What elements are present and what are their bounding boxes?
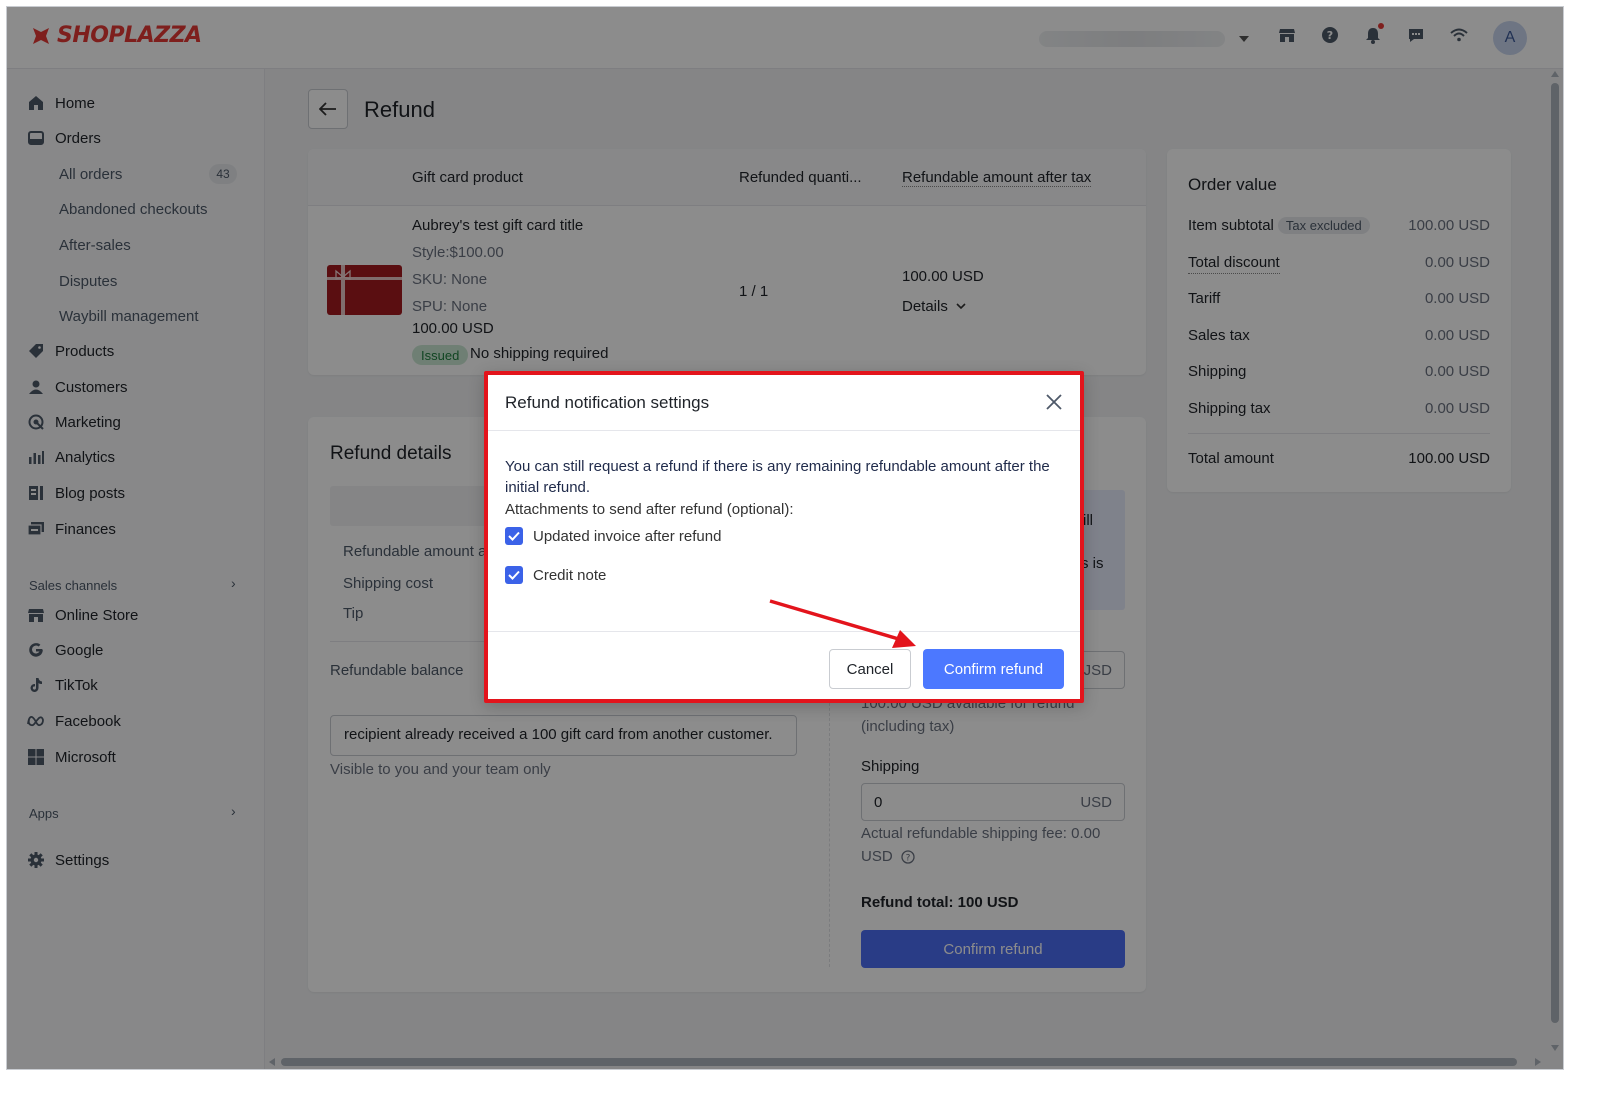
option-label: Updated invoice after refund	[533, 527, 722, 545]
scroll-down-arrow-icon[interactable]	[1551, 1045, 1559, 1051]
scroll-up-arrow-icon[interactable]	[1551, 71, 1559, 77]
checkbox-checked[interactable]	[505, 566, 523, 584]
option-updated-invoice[interactable]: Updated invoice after refund	[505, 527, 721, 545]
option-credit-note[interactable]: Credit note	[505, 566, 606, 584]
dialog-title: Refund notification settings	[505, 393, 710, 412]
confirm-refund-button[interactable]: Confirm refund	[923, 649, 1064, 689]
horizontal-scrollbar[interactable]	[265, 1054, 1547, 1069]
annotation-arrow-icon	[769, 599, 916, 648]
attachments-label: Attachments to send after refund (option…	[505, 501, 794, 518]
scroll-right-arrow-icon[interactable]	[1535, 1058, 1541, 1066]
close-icon[interactable]	[1043, 391, 1065, 413]
divider	[488, 430, 1080, 431]
scroll-left-arrow-icon[interactable]	[269, 1058, 275, 1066]
option-label: Credit note	[533, 566, 607, 584]
dialog-message: You can still request a refund if there …	[505, 458, 1050, 496]
scrollbar-thumb[interactable]	[281, 1058, 1517, 1066]
scrollbar-thumb[interactable]	[1551, 83, 1559, 1023]
vertical-scrollbar[interactable]	[1547, 69, 1563, 1054]
checkbox-checked[interactable]	[505, 527, 523, 545]
